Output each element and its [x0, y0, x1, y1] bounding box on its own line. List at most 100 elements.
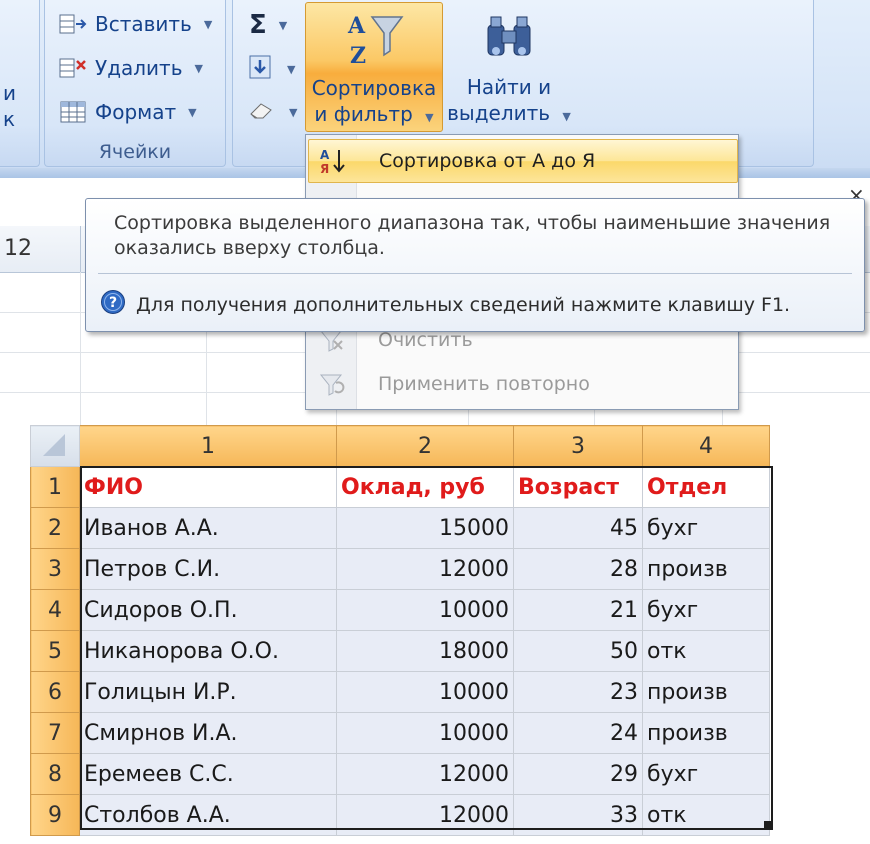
row-header[interactable]: 4: [30, 589, 80, 631]
column-header-2[interactable]: 2: [336, 425, 514, 467]
chevron-down-icon: ▼: [203, 17, 213, 31]
chevron-down-icon: ▼: [562, 110, 571, 123]
table-cell[interactable]: Никанорова О.О.: [79, 630, 337, 672]
eraser-icon: [247, 98, 277, 127]
table-cell[interactable]: 28: [513, 548, 643, 590]
table-cell[interactable]: 12000: [336, 794, 514, 836]
table-cell[interactable]: 18000: [336, 630, 514, 672]
table-row: 1 ФИО Оклад, руб Возраст Отдел: [30, 466, 770, 508]
chevron-down-icon: ▼: [188, 105, 197, 119]
table-cell[interactable]: отк: [642, 630, 770, 672]
sort-filter-icon: A Z: [306, 3, 442, 75]
chevron-down-icon: ▼: [287, 63, 296, 76]
table-cell[interactable]: произв: [642, 712, 770, 754]
row-header[interactable]: 9: [30, 794, 80, 836]
column-header-4[interactable]: 4: [642, 425, 770, 467]
table-row: 4 Сидоров О.П. 10000 21 бухг: [30, 589, 770, 631]
column-header-3[interactable]: 3: [513, 425, 643, 467]
find-select-button[interactable]: Найти и выделить ▼: [447, 2, 571, 130]
sort-filter-label-2: и фильтр ▼: [306, 101, 442, 131]
help-icon: ?: [100, 289, 126, 320]
table-cell[interactable]: 15000: [336, 507, 514, 549]
chevron-down-icon: ▼: [425, 111, 434, 124]
menu-item-clear-label: Очистить: [378, 329, 473, 351]
chevron-down-icon: ▼: [278, 18, 288, 32]
table-cell[interactable]: 23: [513, 671, 643, 713]
table-cell[interactable]: бухг: [642, 753, 770, 795]
table-cell[interactable]: ФИО: [79, 466, 337, 508]
table-cell[interactable]: 24: [513, 712, 643, 754]
chevron-down-icon: ▼: [194, 61, 203, 75]
table-row: 3 Петров С.И. 12000 28 произв: [30, 548, 770, 590]
row-header[interactable]: 8: [30, 753, 80, 795]
binoculars-icon: [447, 2, 571, 74]
table-cell[interactable]: 12000: [336, 548, 514, 590]
format-label: Формат: [95, 100, 177, 124]
format-cells-icon: [57, 98, 89, 126]
sigma-icon: Σ: [249, 10, 267, 40]
table-cell[interactable]: Возраст: [513, 466, 643, 508]
insert-label: Вставить: [95, 12, 192, 36]
sort-filter-label-1: Сортировка: [311, 76, 437, 100]
cells-group-label: Ячейки: [98, 141, 172, 163]
row-header[interactable]: 2: [30, 507, 80, 549]
table-cell[interactable]: произв: [642, 671, 770, 713]
column-divider: [80, 226, 81, 272]
fill-button[interactable]: ▼: [247, 54, 295, 85]
menu-item-reapply-label: Применить повторно: [378, 373, 590, 395]
table-cell[interactable]: Иванов А.А.: [79, 507, 337, 549]
namebox-fragment[interactable]: 12: [4, 236, 32, 261]
table-cell[interactable]: 10000: [336, 712, 514, 754]
table-cell[interactable]: отк: [642, 794, 770, 836]
table-cell[interactable]: бухг: [642, 589, 770, 631]
select-all-corner[interactable]: [30, 425, 80, 467]
sort-filter-button[interactable]: A Z Сортировка и фильтр ▼: [305, 2, 443, 132]
fill-down-icon: [247, 54, 275, 85]
row-header[interactable]: 3: [30, 548, 80, 590]
table-cell[interactable]: Голицын И.Р.: [79, 671, 337, 713]
delete-cells-icon: [57, 54, 89, 82]
table-cell[interactable]: Сидоров О.П.: [79, 589, 337, 631]
partial-label-2: к: [3, 107, 16, 131]
svg-text:A: A: [347, 13, 366, 39]
menu-item-sort-a-z-label: Сортировка от А до Я: [379, 150, 596, 172]
row-header[interactable]: 6: [30, 671, 80, 713]
tooltip-description: Сортировка выделенного диапазона так, чт…: [114, 212, 831, 259]
table-cell[interactable]: 12000: [336, 753, 514, 795]
svg-text:Z: Z: [350, 43, 366, 69]
table-cell[interactable]: 50: [513, 630, 643, 672]
table-row: 8 Еремеев С.С. 12000 29 бухг: [30, 753, 770, 795]
sort-asc-icon: АЯ: [309, 147, 357, 175]
svg-text:?: ?: [109, 295, 117, 311]
row-header[interactable]: 7: [30, 712, 80, 754]
fill-handle[interactable]: [764, 821, 771, 828]
table-cell[interactable]: Оклад, руб: [336, 466, 514, 508]
table-row: 6 Голицын И.Р. 10000 23 произв: [30, 671, 770, 713]
delete-button[interactable]: Удалить ▼: [57, 54, 203, 82]
ribbon-group-cells: Вставить ▼ Удалить ▼ Формат ▼ Ячейки: [44, 0, 226, 167]
autosum-button[interactable]: Σ ▼: [249, 10, 287, 40]
table-cell[interactable]: Петров С.И.: [79, 548, 337, 590]
table-cell[interactable]: произв: [642, 548, 770, 590]
clear-button[interactable]: ▼: [247, 98, 297, 127]
table-cell[interactable]: 10000: [336, 671, 514, 713]
table-cell[interactable]: Смирнов И.А.: [79, 712, 337, 754]
table-cell[interactable]: Столбов А.А.: [79, 794, 337, 836]
row-header[interactable]: 5: [30, 630, 80, 672]
table-cell[interactable]: Еремеев С.С.: [79, 753, 337, 795]
delete-label: Удалить: [95, 56, 183, 80]
tooltip-help-text: Для получения дополнительных сведений на…: [136, 293, 791, 316]
ribbon-group-partial: и к: [0, 0, 40, 167]
table-cell[interactable]: 33: [513, 794, 643, 836]
format-button[interactable]: Формат ▼: [57, 98, 197, 126]
row-header[interactable]: 1: [30, 466, 80, 508]
table-cell[interactable]: бухг: [642, 507, 770, 549]
table-cell[interactable]: 45: [513, 507, 643, 549]
menu-item-sort-a-z[interactable]: АЯ Сортировка от А до Я: [308, 139, 738, 183]
insert-button[interactable]: Вставить ▼: [57, 10, 212, 38]
table-cell[interactable]: 10000: [336, 589, 514, 631]
table-cell[interactable]: 29: [513, 753, 643, 795]
table-cell[interactable]: Отдел: [642, 466, 770, 508]
column-header-1[interactable]: 1: [79, 425, 337, 467]
table-cell[interactable]: 21: [513, 589, 643, 631]
